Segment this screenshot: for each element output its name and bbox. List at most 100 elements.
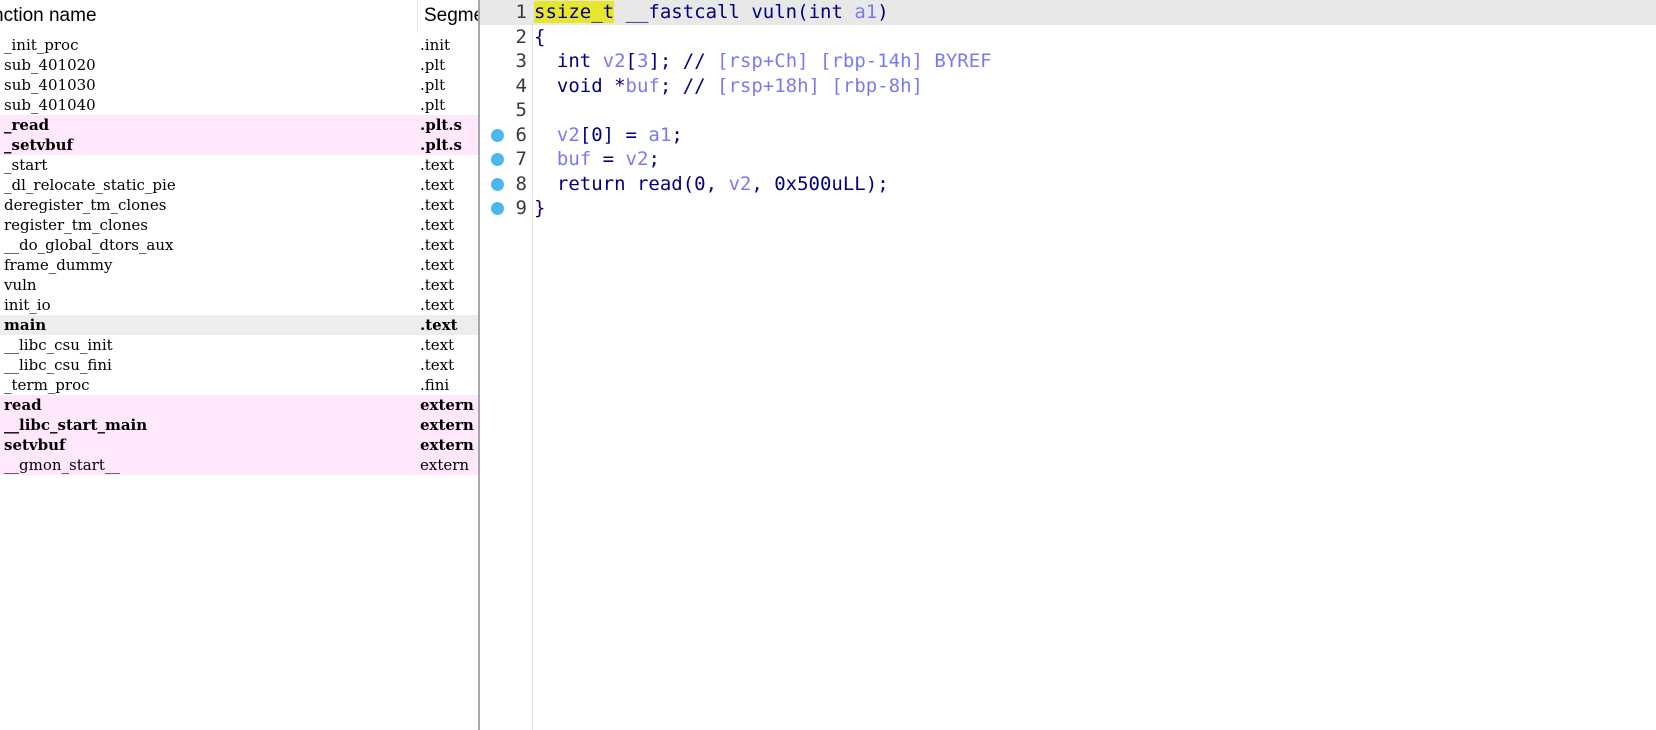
function-row[interactable]: sub_401030 .plt [0, 75, 480, 95]
code-line[interactable]: 8 return read(0, v2, 0x500uLL); [480, 172, 1656, 197]
column-header-segment[interactable]: Segme [424, 5, 480, 27]
function-segment: .text [420, 196, 455, 214]
code-token[interactable]: a1 [854, 1, 877, 23]
code-token[interactable]: [rsp+18h] [rbp-8h] [717, 75, 923, 97]
line-number: 1 [515, 1, 527, 23]
code-token[interactable]: v2 [728, 173, 751, 195]
code-text[interactable]: { [534, 25, 545, 50]
breakpoint-icon[interactable] [491, 128, 504, 142]
code-token[interactable]: [rsp+Ch] [rbp-14h] BYREF [717, 50, 992, 72]
code-line[interactable]: 4 void *buf; // [rsp+18h] [rbp-8h] [480, 74, 1656, 99]
code-line[interactable]: 2{ [480, 25, 1656, 50]
code-token[interactable]: void * [534, 75, 626, 97]
breakpoint-icon[interactable] [491, 153, 504, 166]
function-row[interactable]: __libc_csu_init .text [0, 335, 480, 355]
function-row[interactable]: sub_401040 .plt [0, 95, 480, 115]
code-line[interactable]: 1 ssize_t __fastcall vuln(int a1) [480, 0, 1656, 25]
function-row[interactable]: _dl_relocate_static_pie .text [0, 175, 480, 195]
code-token[interactable]: } [534, 197, 545, 219]
code-line[interactable]: 6 v2[0] = a1; [480, 123, 1656, 148]
code-token[interactable] [534, 124, 557, 146]
function-name: frame_dummy [4, 256, 113, 274]
code-line[interactable]: 9} [480, 196, 1656, 221]
function-row[interactable]: init_io .text [0, 295, 480, 315]
pseudocode-view[interactable]: 1 ssize_t __fastcall vuln(int a1) 2{3 int … [480, 0, 1656, 730]
function-row[interactable]: _init_proc .init [0, 35, 480, 55]
code-token[interactable]: ; // [660, 75, 717, 97]
function-row[interactable]: _read .plt.s [0, 115, 480, 135]
code-text[interactable]: buf = v2; [534, 147, 660, 172]
code-line[interactable]: 5 [480, 98, 1656, 123]
function-row[interactable]: frame_dummy .text [0, 255, 480, 275]
code-token[interactable]: v2 [557, 124, 580, 146]
code-text[interactable]: } [534, 196, 545, 221]
code-line[interactable]: 3 int v2[3]; // [rsp+Ch] [rbp-14h] BYREF [480, 49, 1656, 74]
function-name: sub_401040 [4, 96, 96, 114]
function-segment: .plt.s [420, 116, 463, 134]
function-name: _init_proc [4, 36, 79, 54]
function-segment: .text [420, 356, 455, 374]
breakpoint-icon[interactable] [491, 202, 504, 215]
function-row[interactable]: setvbuf extern [0, 435, 480, 455]
function-segment: extern [420, 456, 470, 474]
code-line[interactable]: 7 buf = v2; [480, 147, 1656, 172]
code-token[interactable]: (int [797, 1, 854, 23]
function-name: setvbuf [4, 436, 66, 454]
function-name: __libc_csu_init [4, 336, 113, 354]
code-token[interactable]: ; [671, 124, 682, 146]
code-text[interactable]: void *buf; // [rsp+18h] [rbp-8h] [534, 74, 923, 99]
code-token[interactable]: [ [626, 50, 637, 72]
function-row[interactable]: sub_401020 .plt [0, 55, 480, 75]
code-token[interactable]: ; [648, 148, 659, 170]
function-name: _start [4, 156, 48, 174]
code-text[interactable]: return read(0, v2, 0x500uLL); [534, 172, 889, 197]
function-row[interactable]: vuln .text [0, 275, 480, 295]
code-token[interactable]: __fastcall [614, 1, 751, 23]
highlighted-token[interactable]: ssize_t [534, 1, 615, 23]
line-number: 4 [515, 74, 527, 97]
code-token[interactable]: buf [626, 75, 660, 97]
function-name: sub_401030 [4, 76, 96, 94]
code-token[interactable] [534, 148, 557, 170]
code-token[interactable]: = [591, 148, 625, 170]
function-segment: extern [420, 416, 474, 434]
code-text[interactable]: int v2[3]; // [rsp+Ch] [rbp-14h] BYREF [534, 49, 992, 74]
function-segment: .plt [420, 96, 446, 114]
code-text[interactable]: v2[0] = a1; [534, 123, 683, 148]
code-token[interactable]: int [534, 50, 603, 72]
function-name: deregister_tm_clones [4, 196, 167, 214]
function-segment: .text [420, 316, 458, 334]
code-token[interactable]: v2 [626, 148, 649, 170]
code-token[interactable]: ) [877, 1, 888, 23]
function-row[interactable]: __gmon_start__ extern [0, 455, 480, 475]
code-token[interactable]: ]; // [648, 50, 717, 72]
function-row[interactable]: __libc_csu_fini .text [0, 355, 480, 375]
code-text[interactable]: ssize_t __fastcall vuln(int a1) [534, 0, 889, 25]
line-number: 9 [515, 197, 527, 219]
function-row[interactable]: read extern [0, 395, 480, 415]
function-row[interactable]: _setvbuf .plt.s [0, 135, 480, 155]
code-token[interactable]: v2 [603, 50, 626, 72]
line-number: 7 [515, 148, 527, 170]
function-row[interactable]: __do_global_dtors_aux .text [0, 235, 480, 255]
column-divider[interactable] [417, 0, 418, 33]
function-name: _setvbuf [4, 136, 73, 154]
function-segment: .text [420, 176, 455, 194]
code-token[interactable]: 3 [637, 50, 648, 72]
code-token[interactable]: a1 [648, 124, 671, 146]
code-token[interactable]: { [534, 26, 545, 48]
function-row[interactable]: __libc_start_main extern [0, 415, 480, 435]
code-token[interactable]: vuln [751, 1, 797, 23]
function-row[interactable]: deregister_tm_clones .text [0, 195, 480, 215]
code-token[interactable]: return read(0, [534, 173, 728, 195]
code-token[interactable]: [0] = [580, 124, 649, 146]
code-token[interactable]: , 0x500uLL); [751, 173, 888, 195]
function-row[interactable]: _start .text [0, 155, 480, 175]
function-segment: extern [420, 436, 474, 454]
code-token[interactable]: buf [557, 148, 591, 170]
column-header-function-name[interactable]: nction name [0, 5, 97, 27]
breakpoint-icon[interactable] [491, 177, 504, 191]
function-row[interactable]: _term_proc .fini [0, 375, 480, 395]
function-row[interactable]: main .text [0, 315, 480, 335]
function-row[interactable]: register_tm_clones .text [0, 215, 480, 235]
